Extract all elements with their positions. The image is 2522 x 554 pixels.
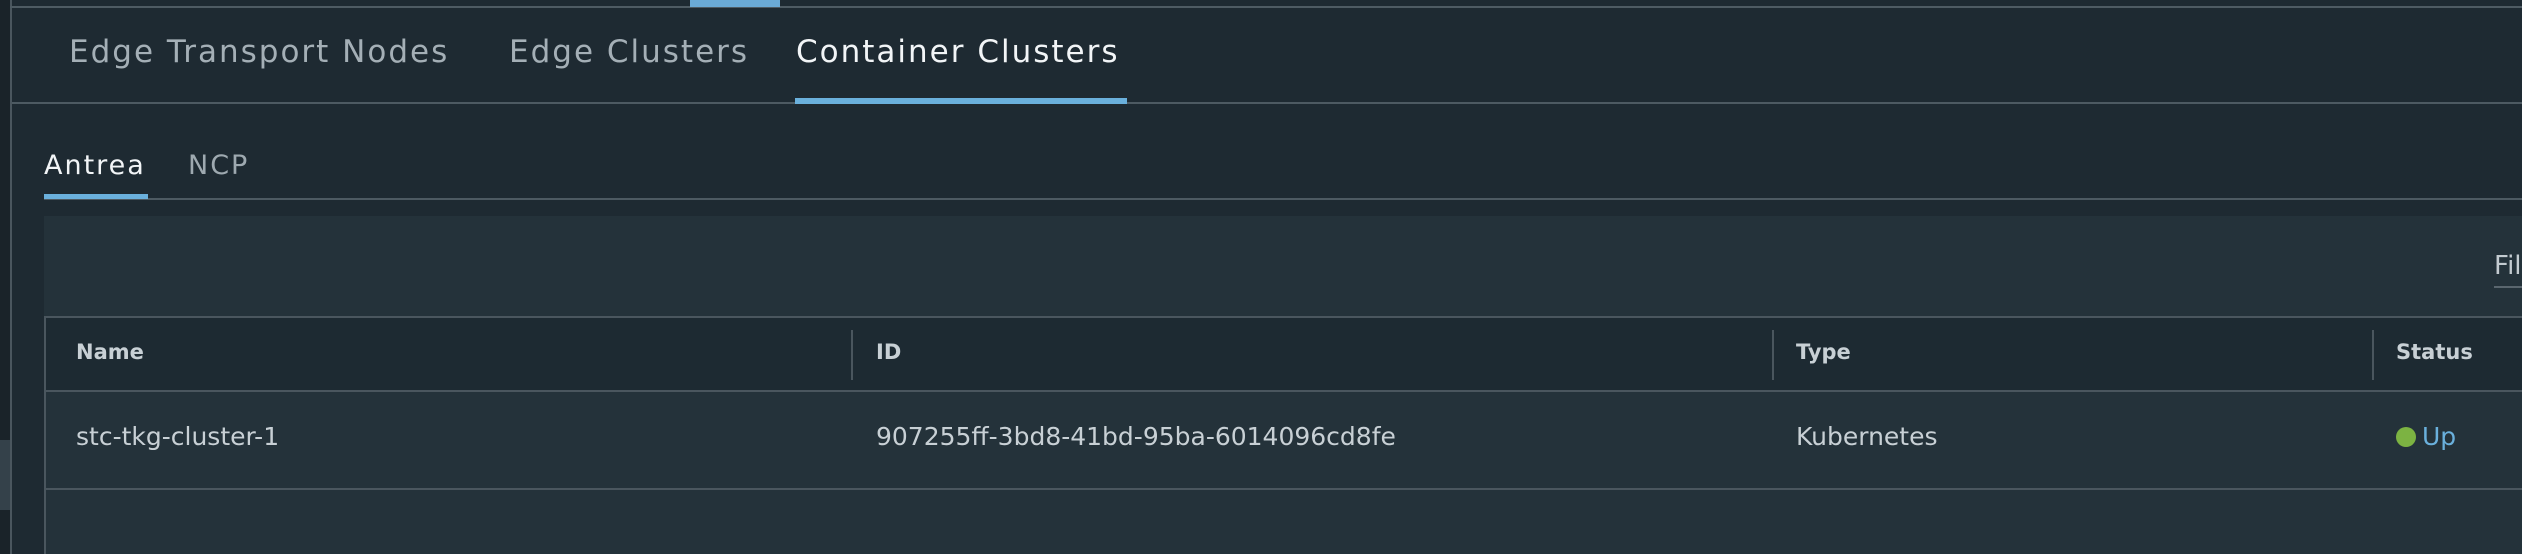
- sub-tab-bar: Antrea NCP: [44, 140, 2522, 200]
- tab-antrea[interactable]: Antrea: [44, 150, 146, 181]
- column-header-type[interactable]: Type: [1796, 340, 1851, 364]
- active-tab-indicator: [795, 98, 1127, 104]
- filter-input[interactable]: Filter by Name, Path and more: [2494, 246, 2522, 288]
- clusters-table: Name ID Type Status stc-tkg-cluster-1 90…: [44, 316, 2522, 554]
- tab-ncp[interactable]: NCP: [188, 150, 249, 181]
- left-nav-edge: [0, 0, 12, 554]
- clusters-datagrid: Filter by Name, Path and more Name ID Ty…: [44, 216, 2522, 554]
- tab-edge-transport-nodes[interactable]: Edge Transport Nodes: [69, 34, 449, 70]
- tab-container-clusters[interactable]: Container Clusters: [796, 34, 1120, 70]
- cell-type: Kubernetes: [1796, 422, 1938, 451]
- column-header-name[interactable]: Name: [76, 340, 144, 364]
- column-resize-handle[interactable]: [1772, 330, 1774, 380]
- active-subtab-indicator: [44, 194, 148, 199]
- container-clusters-page: Edge Transport Nodes Edge Clusters Conta…: [0, 0, 2522, 554]
- cell-id: 907255ff-3bd8-41bd-95ba-6014096cd8fe: [876, 422, 1396, 451]
- column-header-id[interactable]: ID: [876, 340, 901, 364]
- tab-edge-clusters[interactable]: Edge Clusters: [509, 34, 749, 70]
- column-header-status[interactable]: Status: [2396, 340, 2473, 364]
- status-up-icon: [2396, 427, 2416, 447]
- column-resize-handle[interactable]: [2372, 330, 2374, 380]
- main-tab-bar: Edge Transport Nodes Edge Clusters Conta…: [12, 8, 2522, 104]
- left-nav-marker: [0, 440, 10, 510]
- table-header: Name ID Type Status: [46, 318, 2522, 392]
- cell-name: stc-tkg-cluster-1: [76, 422, 280, 451]
- column-resize-handle[interactable]: [851, 330, 853, 380]
- table-row[interactable]: stc-tkg-cluster-1 907255ff-3bd8-41bd-95b…: [46, 392, 2522, 490]
- top-accent-bar: [690, 0, 780, 7]
- status-link[interactable]: Up: [2422, 422, 2456, 451]
- cell-status: Up: [2396, 422, 2456, 451]
